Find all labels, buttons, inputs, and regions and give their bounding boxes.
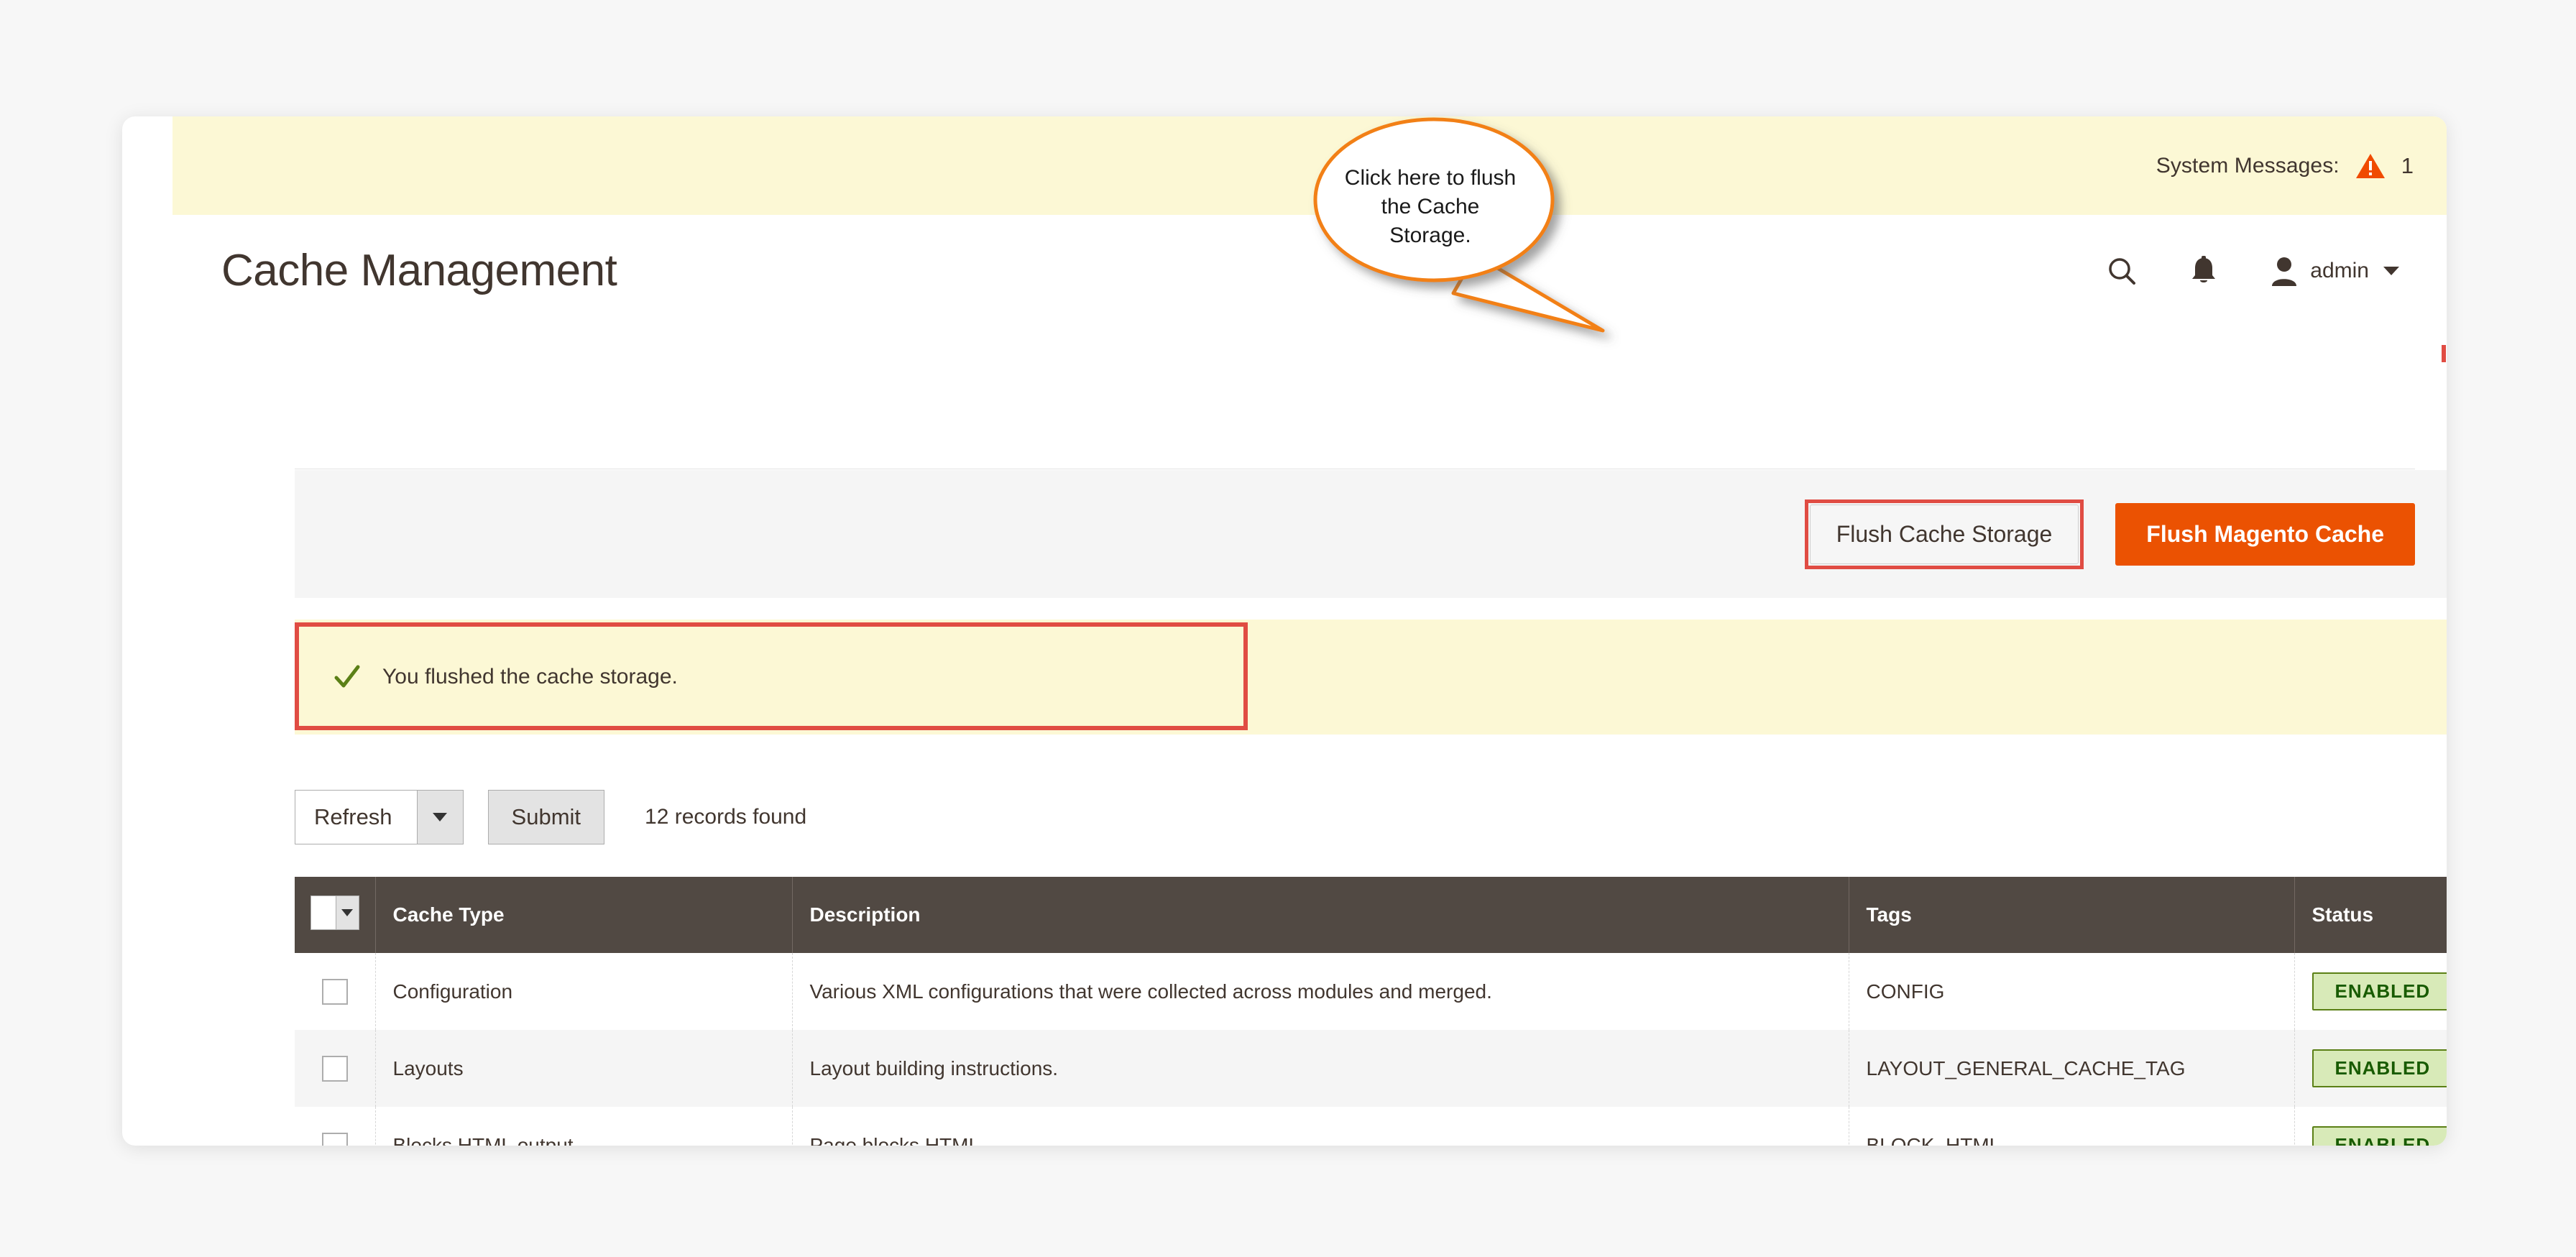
page-actions-bar: Flush Cache Storage Flush Magento Cache: [295, 470, 2447, 598]
grid-header-cache-type[interactable]: Cache Type: [375, 877, 793, 953]
status-badge: ENABLED: [2312, 972, 2447, 1010]
table-row[interactable]: Layouts Layout building instructions. LA…: [295, 1030, 2447, 1107]
records-found-label: 12 records found: [645, 805, 807, 829]
select-all-checkbox[interactable]: [310, 896, 336, 929]
row-select-cell: [295, 1030, 376, 1107]
screenshot-root: System Messages: 1 Cache Management admi…: [0, 0, 2576, 1257]
cell-tags: BLOCK_HTML: [1849, 1107, 2295, 1146]
system-messages-label: System Messages:: [2156, 153, 2340, 178]
instruction-callout: Click here to flush the Cache Storage.: [1272, 115, 1646, 333]
page-title: Cache Management: [221, 246, 617, 295]
cell-tags: LAYOUT_GENERAL_CACHE_TAG: [1849, 1030, 2295, 1107]
table-row[interactable]: Blocks HTML output Page blocks HTML. BLO…: [295, 1107, 2447, 1146]
grid-header-tags[interactable]: Tags: [1849, 877, 2295, 953]
cell-description: Various XML configurations that were col…: [792, 953, 1849, 1030]
flush-magento-cache-button[interactable]: Flush Magento Cache: [2115, 502, 2415, 566]
right-edge-annotation: [2442, 345, 2446, 362]
callout-line-3: Storage.: [1389, 223, 1471, 247]
grid-toolbar: Refresh Submit 12 records found: [295, 778, 2447, 857]
grid-header-description[interactable]: Description: [792, 877, 1849, 953]
success-message-text: You flushed the cache storage.: [382, 665, 678, 689]
submit-button[interactable]: Submit: [487, 790, 605, 844]
cell-status: ENABLED: [2294, 1107, 2447, 1146]
cell-cache-type: Configuration: [375, 953, 793, 1030]
chevron-down-icon: [335, 896, 359, 929]
grid-header-row: Cache Type Description Tags Status: [295, 877, 2447, 953]
table-row[interactable]: Configuration Various XML configurations…: [295, 953, 2447, 1030]
grid-header-select: [295, 877, 376, 953]
row-select-cell: [295, 1107, 376, 1146]
mass-select-dropdown[interactable]: [310, 895, 359, 930]
cell-cache-type: Layouts: [375, 1030, 793, 1107]
search-icon[interactable]: [2106, 255, 2138, 287]
cache-type-grid: Cache Type Description Tags Status Confi…: [295, 877, 2447, 1146]
chevron-down-icon: [2383, 266, 2399, 275]
flush-cache-storage-annotation: Flush Cache Storage: [1804, 499, 2084, 569]
row-checkbox[interactable]: [321, 1055, 348, 1082]
callout-text: Click here to flush the Cache Storage.: [1315, 164, 1545, 250]
cell-description: Page blocks HTML.: [792, 1107, 1849, 1146]
chevron-down-icon: [416, 791, 463, 844]
row-checkbox[interactable]: [321, 978, 348, 1005]
grid-body: Configuration Various XML configurations…: [295, 953, 2447, 1146]
success-message-content: You flushed the cache storage.: [295, 663, 678, 691]
success-message-bar: You flushed the cache storage.: [295, 620, 2447, 735]
grid-header-status[interactable]: Status: [2294, 877, 2447, 953]
cell-status: ENABLED: [2294, 1030, 2447, 1107]
mass-action-select[interactable]: Refresh: [295, 790, 464, 844]
admin-user-menu[interactable]: admin: [2270, 256, 2399, 286]
row-select-cell: [295, 953, 376, 1030]
user-avatar-icon: [2272, 257, 2297, 286]
mass-action-select-value: Refresh: [314, 804, 392, 829]
header-tools: admin: [2106, 255, 2418, 287]
callout-line-1: Click here to flush: [1344, 166, 1517, 190]
bell-icon[interactable]: [2189, 255, 2218, 287]
status-badge: ENABLED: [2312, 1126, 2447, 1146]
cell-description: Layout building instructions.: [792, 1030, 1849, 1107]
system-messages-group[interactable]: System Messages: 1: [2156, 152, 2414, 180]
callout-line-2: the Cache: [1381, 194, 1480, 218]
cell-tags: CONFIG: [1849, 953, 2295, 1030]
admin-user-name: admin: [2310, 258, 2369, 282]
system-messages-count: 1: [2401, 152, 2414, 178]
row-checkbox[interactable]: [321, 1132, 348, 1146]
status-badge: ENABLED: [2312, 1049, 2447, 1087]
warning-triangle-icon: [2355, 153, 2385, 178]
cell-cache-type: Blocks HTML output: [375, 1107, 793, 1146]
flush-cache-storage-button[interactable]: Flush Cache Storage: [1809, 504, 2079, 564]
cell-status: ENABLED: [2294, 953, 2447, 1030]
check-mark-icon: [334, 665, 360, 688]
